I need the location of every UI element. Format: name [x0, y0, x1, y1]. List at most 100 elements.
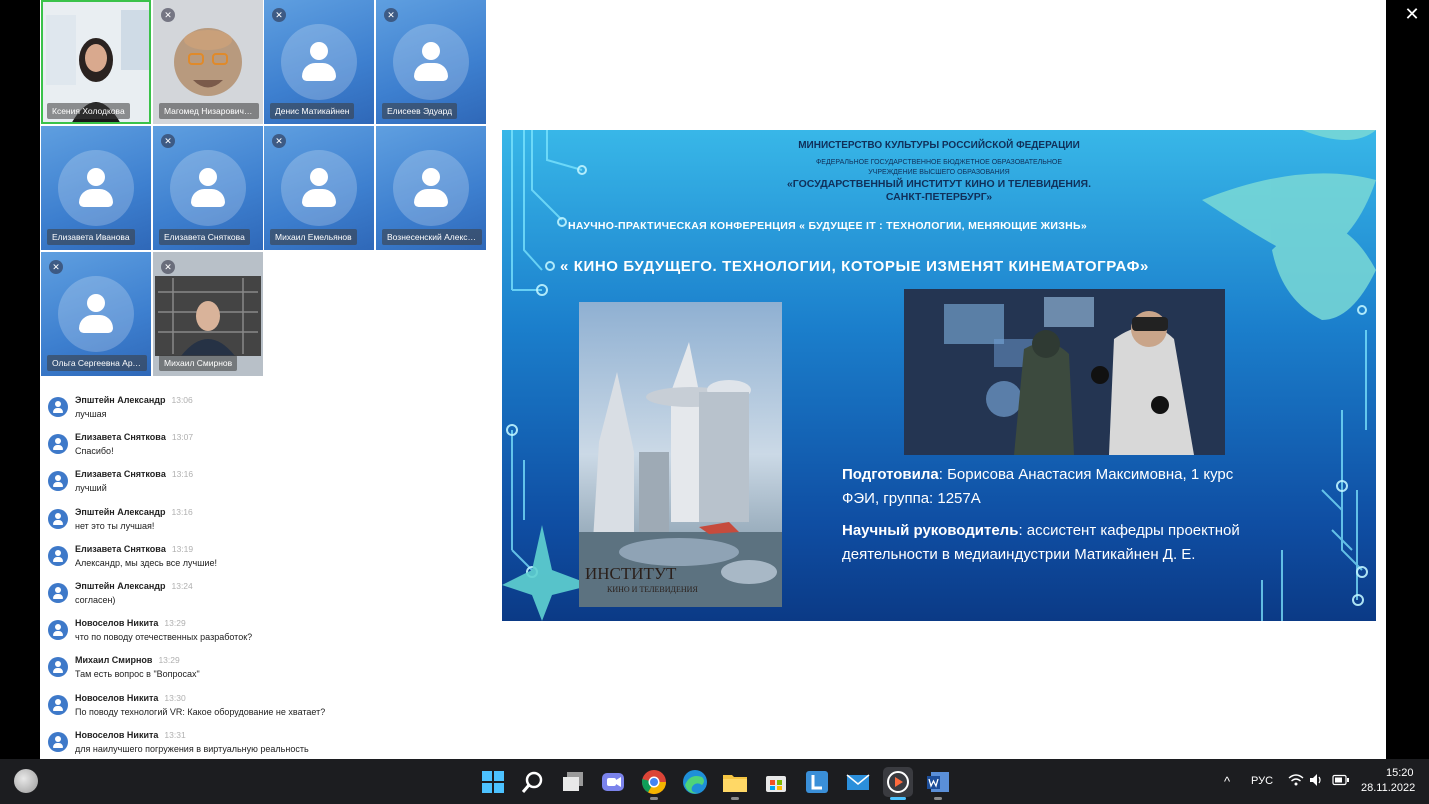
chat-message: Новоселов Никита 13:30 По поводу технологи…	[46, 689, 486, 723]
message-time: 13:19	[171, 543, 194, 554]
volume-icon[interactable]	[1309, 773, 1325, 790]
wifi-icon[interactable]	[1288, 773, 1304, 790]
message-time: 13:29	[164, 618, 186, 629]
media-player-running-indicator	[890, 797, 906, 800]
participant-tile[interactable]: ✕ Елисеев Эдуард	[376, 0, 486, 124]
store-icon[interactable]	[761, 767, 791, 797]
message-author: Эпштейн Александр 13:16	[75, 506, 193, 517]
word-icon[interactable]	[923, 767, 953, 797]
clock-date[interactable]: 28.11.2022	[1361, 782, 1415, 794]
slide-federal-line: ФЕДЕРАЛЬНОЕ ГОСУДАРСТВЕННОЕ БЮДЖЕТНОЕ ОБ…	[815, 159, 1063, 176]
task-view-icon[interactable]	[558, 767, 588, 797]
participant-name: Елизавета Иванова	[47, 229, 135, 245]
message-text: лучшая	[75, 409, 107, 419]
participant-name: Ксения Холодкова	[47, 103, 130, 119]
chat-panel: Эпштейн Александр 13:06 лучшая Елизавета Сн…	[40, 388, 492, 759]
message-author: Елизавета Снятковa 13:16	[75, 469, 194, 480]
muted-mic-icon: ✕	[272, 8, 286, 22]
participant-name: Михаил Смирнов	[159, 355, 238, 371]
mail-icon[interactable]	[843, 767, 873, 797]
file-explorer-icon[interactable]	[720, 767, 750, 797]
participant-name: Магомед Низарович М...	[159, 103, 259, 119]
user-avatar-icon	[48, 397, 68, 417]
chat-message: Эпштейн Александр 13:16 нет это ты лучшая!	[46, 503, 486, 537]
slide-supervisor: Научный руководитель: ассистент кафедры …	[842, 522, 1240, 563]
teams-chat-icon[interactable]	[598, 767, 628, 797]
participant-tile[interactable]: Вознесенский Алекса...	[376, 126, 486, 250]
message-author: Елизавета Снятковa 13:19	[75, 543, 194, 554]
tray-overflow-icon[interactable]: ^	[1224, 774, 1230, 789]
chat-message: Елизавета Снятковa 13:19 Александр, мы зде…	[46, 540, 486, 574]
participant-name: Елисеев Эдуард	[382, 103, 458, 119]
participant-tile[interactable]: ✕ Денис Матикайнен	[264, 0, 374, 124]
message-author: Новоселов Никита 13:30	[75, 692, 186, 703]
weather-icon[interactable]	[14, 769, 38, 793]
chat-message: Елизавета Снятковa 13:16 лучший	[46, 465, 486, 499]
participant-tile[interactable]: ✕ Ольга Сергеевна Арта...	[41, 252, 151, 376]
muted-mic-icon: ✕	[384, 8, 398, 22]
city-sign-subtext: КИНО И ТЕЛЕВИДЕНИЯ	[607, 585, 698, 594]
user-avatar-icon	[48, 471, 68, 492]
chat-message: Новоселов Никита 13:29 что по поводу отече…	[46, 614, 486, 648]
user-avatar-icon	[48, 508, 68, 529]
message-time: 13:30	[164, 692, 186, 703]
vr-headset-image	[904, 289, 1225, 455]
avatar	[393, 24, 469, 100]
chat-message: Эпштейн Александр 13:06 лучшая	[46, 391, 486, 425]
message-text: что по поводу отечественных разработок?	[75, 632, 253, 643]
participant-tile[interactable]: ✕ Михаил Смирнов	[153, 252, 263, 376]
slide-author: Подготовила: Борисова Анастасия Максимов…	[842, 466, 1234, 507]
participant-name: Михаил Емельянов	[270, 229, 357, 245]
chrome-running-indicator	[650, 797, 658, 800]
message-author: Михаил Смирнов 13:29	[75, 655, 180, 666]
message-text: согласен)	[75, 595, 116, 605]
message-text: для наилучшего погружения в виртуальную …	[75, 743, 309, 754]
message-text: Александр, мы здесь все лучшие!	[75, 557, 217, 568]
participant-tile[interactable]: ✕ Елизавета Снятковa	[153, 126, 263, 250]
chat-message: Михаил Смирнов 13:29 Там есть вопрос в "Во…	[46, 651, 486, 685]
battery-icon[interactable]	[1332, 774, 1350, 789]
user-avatar-icon	[48, 620, 68, 641]
muted-mic-icon: ✕	[161, 134, 175, 148]
participant-name: Ольга Сергеевна Арта...	[47, 355, 147, 371]
message-text: Там есть вопрос в "Вопросах"	[75, 669, 200, 680]
message-time: 13:06	[171, 395, 193, 405]
close-icon[interactable]: ✕	[1402, 4, 1422, 24]
l-app-icon[interactable]	[802, 767, 832, 797]
chat-message: Елизавета Снятковa 13:07 Спасибо!	[46, 428, 486, 462]
shared-slide: МИНИСТЕРСТВО КУЛЬТУРЫ РОССИЙСКОЙ ФЕДЕРАЦ…	[502, 130, 1376, 621]
message-time: 13:16	[171, 469, 194, 480]
screen: ✕ Ксения Холодкова ✕ Магомед Низарович М..…	[0, 0, 1429, 804]
muted-mic-icon: ✕	[272, 134, 286, 148]
slide-title: « КИНО БУДУЩЕГО. ТЕХНОЛОГИИ, КОТОРЫЕ ИЗМ…	[560, 258, 1149, 275]
message-time: 13:29	[158, 655, 180, 666]
start-icon[interactable]	[478, 767, 508, 797]
language-indicator[interactable]: РУС	[1251, 775, 1273, 787]
message-text: По поводу технологий VR: Какое оборудова…	[75, 706, 326, 717]
slide-ministry: МИНИСТЕРСТВО КУЛЬТУРЫ РОССИЙСКОЙ ФЕДЕРАЦ…	[798, 140, 1080, 151]
search-icon[interactable]	[518, 767, 548, 797]
message-time: 13:31	[164, 729, 186, 740]
participant-tile[interactable]: Елизавета Иванова	[41, 126, 151, 250]
user-avatar-icon	[48, 694, 68, 715]
media-player-icon[interactable]	[883, 767, 913, 797]
user-avatar-icon	[48, 583, 68, 603]
clock-time[interactable]: 15:20	[1386, 767, 1414, 779]
user-avatar-icon	[48, 657, 68, 678]
muted-mic-icon: ✕	[161, 8, 175, 22]
explorer-running-indicator	[731, 797, 739, 800]
slide-conference: НАУЧНО-ПРАКТИЧЕСКАЯ КОНФЕРЕНЦИЯ « БУДУЩЕ…	[568, 220, 1088, 232]
avatar	[281, 24, 357, 100]
edge-icon[interactable]	[680, 767, 710, 797]
city-sign-text: ИНСТИТУТ	[585, 564, 677, 583]
taskbar: ^ РУС 15:20 28.11.2022	[0, 759, 1429, 804]
slide-institute: «ГОСУДАРСТВЕННЫЙ ИНСТИТУТ КИНО И ТЕЛЕВИД…	[786, 178, 1092, 203]
message-author: Новоселов Никита 13:29	[75, 618, 186, 629]
message-author: Новоселов Никита 13:31	[75, 729, 186, 740]
participant-tile[interactable]: ✕ Магомед Низарович М...	[153, 0, 263, 124]
participant-tile[interactable]: Ксения Холодкова	[41, 0, 151, 124]
user-avatar-icon	[48, 434, 68, 455]
user-avatar-icon	[48, 731, 68, 752]
chrome-icon[interactable]	[639, 767, 669, 797]
participant-tile[interactable]: ✕ Михаил Емельянов	[264, 126, 374, 250]
